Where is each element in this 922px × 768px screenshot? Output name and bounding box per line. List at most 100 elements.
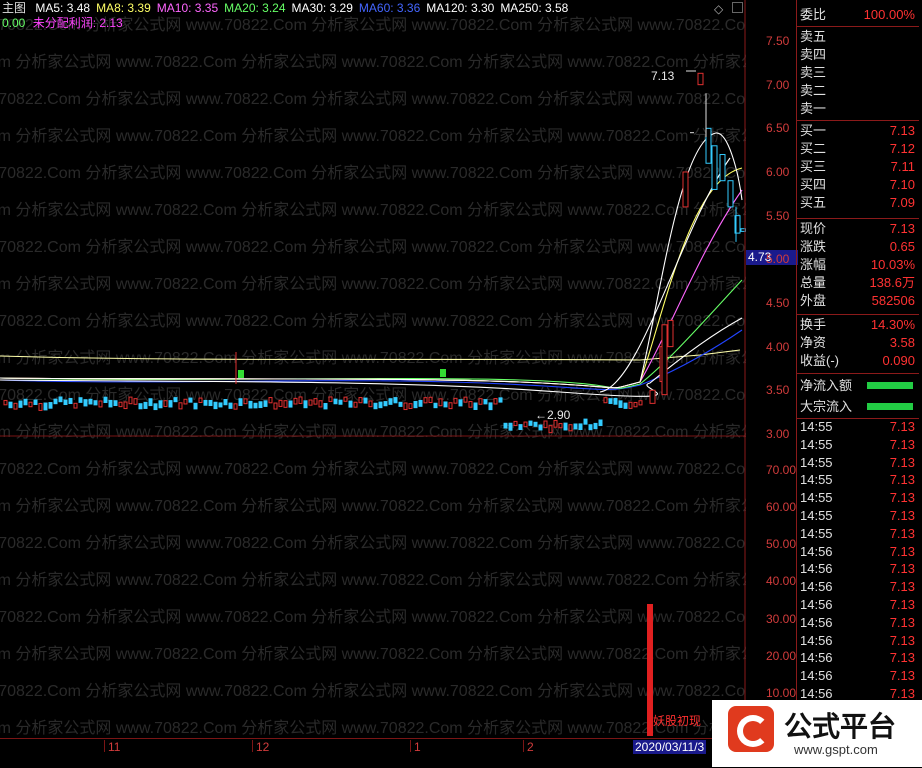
tick-row[interactable]: 14:55 7.13: [797, 436, 919, 453]
ma-legend-item: MA60: 3.36: [358, 1, 421, 15]
candle: [423, 397, 428, 404]
candle: [33, 399, 38, 405]
buy-level-row-label: 买五: [800, 195, 827, 210]
main-chart[interactable]: www.70822.Com 分析家公式网 www.70822.Com 分析家公式…: [0, 0, 746, 738]
tick-row[interactable]: 14:55 7.13: [797, 507, 919, 524]
buy-level-row[interactable]: 买三 7.11: [797, 158, 919, 175]
candle: [133, 398, 138, 405]
candle: [223, 399, 228, 406]
chart-options-icon[interactable]: ◇: [714, 2, 723, 16]
tick-row-label: 14:56: [800, 561, 833, 577]
tick-row-label: 14:55: [800, 436, 833, 452]
tick-row[interactable]: 14:56 7.13: [797, 543, 919, 560]
candle: [318, 400, 323, 408]
tick-row-value: 7.13: [889, 436, 915, 452]
candle: [78, 397, 83, 403]
candle: [488, 402, 493, 411]
buy-level-row-value: 7.11: [890, 159, 915, 174]
volume-axis-label: 70.00: [766, 462, 797, 477]
sub-indicator-label: 未分配利润: 2.13: [32, 16, 123, 30]
tick-row[interactable]: 14:56 7.13: [797, 560, 919, 577]
candle: [98, 400, 103, 408]
buy-level-row[interactable]: 买四 7.10: [797, 176, 919, 193]
candle: [298, 396, 303, 404]
price-axis-label: 5.50: [766, 208, 790, 223]
tick-row[interactable]: 14:56 7.13: [797, 632, 919, 649]
sell-level-row[interactable]: 卖一: [797, 100, 919, 117]
candle: [48, 402, 53, 409]
buy-level-row[interactable]: 买一 7.13: [797, 122, 919, 139]
logo-url: www.gspt.com: [794, 742, 878, 757]
tick-row-label: 14:55: [800, 454, 833, 470]
volume-axis-label: 50.00: [766, 537, 797, 552]
ma-legend-item: MA10: 3.35: [156, 1, 219, 15]
tick-row[interactable]: 14:56 7.13: [797, 667, 919, 684]
candle: [203, 399, 208, 406]
candle: [483, 399, 488, 405]
flow-row[interactable]: 大宗流入: [797, 398, 919, 415]
buy-level-row[interactable]: 买五 7.09: [797, 194, 919, 211]
quote-stat-row[interactable]: 外盘 582506: [797, 292, 919, 309]
candle: [563, 422, 568, 431]
tick-row[interactable]: 14:55 7.13: [797, 454, 919, 471]
candle: [623, 402, 628, 409]
rally-candle: [711, 145, 718, 190]
tick-row[interactable]: 14:56 7.13: [797, 614, 919, 631]
buy-level-row[interactable]: 买二 7.12: [797, 140, 919, 157]
x-axis-label: 2: [527, 740, 534, 754]
candle: [383, 401, 388, 407]
sell-level-row-label: 卖二: [800, 83, 827, 98]
tick-row[interactable]: 14:55 7.13: [797, 525, 919, 542]
panel-divider: [797, 373, 919, 374]
tick-row[interactable]: 14:56 7.13: [797, 578, 919, 595]
candle: [478, 398, 483, 405]
quote-stat-row[interactable]: 收益(-) 0.090: [797, 352, 919, 369]
tick-row[interactable]: 14:56 7.13: [797, 649, 919, 666]
watermark-text: www.70822.Com 分析家公式网 www.70822.Com 分析家公式…: [0, 201, 746, 219]
candle: [183, 398, 188, 405]
sell-level-row-label: 卖五: [800, 29, 827, 44]
quote-stat-row[interactable]: 现价 7.13: [797, 220, 919, 237]
candle: [348, 400, 353, 408]
tick-row-value: 7.13: [889, 543, 915, 559]
watermark-text: www.70822.Com 分析家公式网 www.70822.Com 分析家公式…: [0, 571, 746, 589]
sell-level-row[interactable]: 卖五: [797, 28, 919, 45]
candle: [313, 398, 318, 405]
price-axis-label: 3.00: [766, 426, 790, 441]
sell-level-row[interactable]: 卖四: [797, 46, 919, 63]
candle: [628, 401, 633, 409]
quote-stat-row[interactable]: 涨跌 0.65: [797, 238, 919, 255]
candle: [238, 398, 243, 407]
panel-divider: [797, 314, 919, 315]
ma-legend-item: MA8: 3.39: [96, 1, 151, 15]
quote-stat-row[interactable]: 总量 138.6万: [797, 274, 919, 291]
candle: [613, 397, 618, 405]
site-logo: 公式平台 www.gspt.com: [712, 700, 922, 767]
quote-stat-row[interactable]: 换手 14.30%: [797, 316, 919, 333]
tick-row[interactable]: 14:55 7.13: [797, 471, 919, 488]
chart-close-icon[interactable]: [732, 2, 743, 13]
candle: [633, 401, 638, 408]
sell-level-row[interactable]: 卖二: [797, 82, 919, 99]
quote-stat-row[interactable]: 涨幅 10.03%: [797, 256, 919, 273]
sell-level-row[interactable]: 卖三: [797, 64, 919, 81]
candle: [273, 402, 278, 410]
price-axis-label: 4.50: [766, 295, 790, 310]
x-axis-tick: [104, 740, 105, 752]
quote-stat-row-value: 582506: [871, 293, 915, 308]
flow-row[interactable]: 净流入额: [797, 377, 919, 394]
tick-row[interactable]: 14:55 7.13: [797, 489, 919, 506]
candle: [538, 424, 543, 431]
candle: [533, 421, 538, 427]
wei-bi-row[interactable]: 委比 100.00%: [797, 6, 919, 23]
candle: [353, 401, 358, 408]
quote-stat-row-label: 总量: [800, 275, 827, 290]
quote-stat-row[interactable]: 净资 3.58: [797, 334, 919, 351]
candle: [153, 403, 158, 411]
candle: [603, 397, 608, 404]
candle: [178, 402, 183, 410]
tick-row[interactable]: 14:55 7.13: [797, 418, 919, 435]
tick-row[interactable]: 14:56 7.13: [797, 596, 919, 613]
candle: [208, 399, 213, 407]
quote-stat-row-label: 现价: [800, 221, 827, 236]
